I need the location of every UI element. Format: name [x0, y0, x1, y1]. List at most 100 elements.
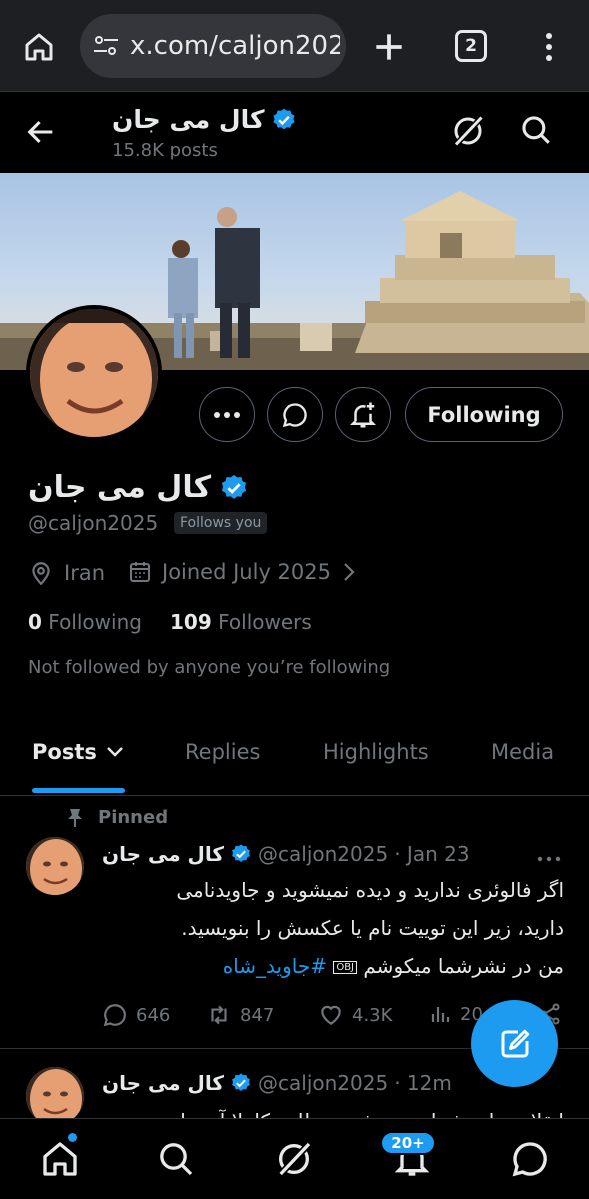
post-line: دارید، زیر این توییت نام یا عکسش را بنوی…	[181, 916, 564, 940]
joined-date[interactable]: Joined July 2025	[128, 560, 357, 584]
nav-home[interactable]	[40, 1139, 80, 1179]
repost-count: 847	[240, 1004, 275, 1026]
post-avatar[interactable]	[26, 837, 84, 895]
post-header: کال می جان @caljon2025 · 12m	[102, 1071, 452, 1095]
followers-count: 109	[170, 610, 212, 634]
post-more-icon[interactable]	[536, 849, 562, 862]
compose-icon	[501, 1029, 529, 1057]
following-count-link[interactable]: 0 Following	[28, 610, 142, 634]
verified-badge-icon	[232, 844, 250, 862]
following-button[interactable]: Following	[405, 387, 563, 442]
following-count: 0	[28, 610, 42, 634]
back-button[interactable]	[24, 115, 58, 149]
reply-count: 646	[136, 1004, 171, 1026]
joined-text: Joined July 2025	[162, 560, 331, 584]
verified-badge-icon	[221, 474, 247, 499]
post-author-handle[interactable]: @caljon2025	[258, 842, 388, 866]
home-unread-dot	[68, 1133, 77, 1142]
posts-count: 15.8K posts	[112, 140, 218, 161]
post-header: کال می جان @caljon2025 · Jan 23	[102, 842, 470, 866]
new-tab-button[interactable]	[370, 28, 408, 66]
like-count: 4.3K	[352, 1004, 393, 1026]
compose-button[interactable]	[471, 1000, 558, 1087]
reply-button[interactable]: 646	[102, 1002, 170, 1028]
tune-icon[interactable]	[92, 34, 120, 58]
reply-icon	[103, 1004, 126, 1027]
grok-button[interactable]	[450, 113, 486, 149]
location: Iran	[28, 560, 105, 586]
pinned-text: Pinned	[98, 807, 169, 828]
chevron-down-icon	[107, 747, 123, 757]
views-icon	[431, 1007, 450, 1022]
avatar-image	[26, 837, 84, 895]
tab-highlights[interactable]: Highlights	[323, 740, 429, 764]
more-button[interactable]	[199, 387, 255, 442]
browser-home-button[interactable]	[20, 28, 58, 66]
chevron-right-icon	[344, 563, 355, 581]
search-icon	[160, 1143, 193, 1176]
profile-handle: @caljon2025	[28, 511, 159, 535]
browser-toolbar: x.com/caljon2025 2	[0, 0, 589, 92]
tab-posts[interactable]: Posts	[32, 740, 125, 764]
like-icon	[321, 1005, 341, 1025]
repost-icon	[211, 1005, 227, 1025]
post-text: اگر فالوئری ندارید و دیده نمیشوید و جاوی…	[102, 871, 564, 987]
post-author-name[interactable]: کال می جان	[102, 842, 224, 866]
pin-icon	[68, 808, 82, 827]
notify-button[interactable]	[335, 387, 391, 442]
url-bar[interactable]: x.com/caljon2025	[80, 14, 346, 78]
message-button[interactable]	[267, 387, 323, 442]
nav-search[interactable]	[156, 1139, 196, 1179]
avatar-image	[30, 309, 158, 437]
kebab-icon[interactable]	[537, 28, 561, 66]
post-time[interactable]: · Jan 23	[394, 842, 469, 866]
repost-button[interactable]: 847	[206, 1002, 274, 1028]
verified-badge-icon	[273, 108, 295, 129]
follows-you-badge: Follows you	[174, 512, 268, 534]
location-text: Iran	[64, 561, 106, 585]
tab-posts-label: Posts	[32, 740, 97, 764]
message-icon	[282, 402, 307, 427]
followers-count-link[interactable]: 109 Followers	[170, 610, 312, 634]
bell-plus-icon	[349, 402, 377, 427]
profile-header: کال می جان 15.8K posts	[0, 93, 589, 173]
home-icon	[43, 1142, 77, 1176]
following-label: Following	[48, 610, 142, 634]
verified-badge-icon	[232, 1073, 250, 1091]
tab-media[interactable]: Media	[491, 740, 554, 764]
profile-name-text: کال می جان	[28, 470, 212, 505]
url-text[interactable]: x.com/caljon2025	[130, 31, 340, 61]
grok-icon	[453, 115, 484, 147]
object-placeholder: OBJ	[333, 960, 358, 974]
hashtag-link[interactable]: #جاوید_شاه	[223, 954, 327, 978]
search-button[interactable]	[519, 113, 553, 147]
profile-tabs: Posts Replies Highlights Media	[0, 720, 589, 796]
plus-icon	[376, 34, 402, 60]
post-line: من در نشرشما میکوشم OBJ #جاوید_شاه	[102, 947, 564, 987]
active-tab-indicator	[32, 788, 125, 793]
nav-grok[interactable]	[274, 1139, 314, 1179]
grok-icon	[278, 1141, 312, 1177]
post-author-name[interactable]: کال می جان	[102, 1071, 224, 1095]
bottom-navigation: 20+	[0, 1118, 589, 1199]
header-name: کال می جان	[112, 105, 297, 134]
post-avatar[interactable]	[26, 1067, 84, 1120]
more-icon	[214, 411, 240, 418]
profile-name: کال می جان	[28, 470, 249, 505]
home-icon	[25, 33, 53, 61]
post-author-handle[interactable]: @caljon2025	[258, 1071, 388, 1095]
nav-messages[interactable]	[510, 1139, 550, 1179]
followers-label: Followers	[218, 610, 312, 634]
views-button[interactable]: 20	[428, 1002, 483, 1026]
notification-badge: 20+	[380, 1131, 436, 1155]
like-button[interactable]: 4.3K	[318, 1002, 392, 1028]
post-line-text: من در نشرشما میکوشم	[363, 954, 564, 978]
tab-replies[interactable]: Replies	[185, 740, 260, 764]
post-line: اگر فالوئری ندارید و دیده نمیشوید و جاوی…	[176, 878, 564, 902]
tabs-icon[interactable]: 2	[455, 30, 487, 62]
search-icon	[522, 116, 550, 144]
profile-avatar[interactable]	[26, 305, 162, 441]
post-time[interactable]: · 12m	[394, 1071, 452, 1095]
location-icon	[32, 562, 50, 586]
calendar-icon	[130, 562, 150, 582]
